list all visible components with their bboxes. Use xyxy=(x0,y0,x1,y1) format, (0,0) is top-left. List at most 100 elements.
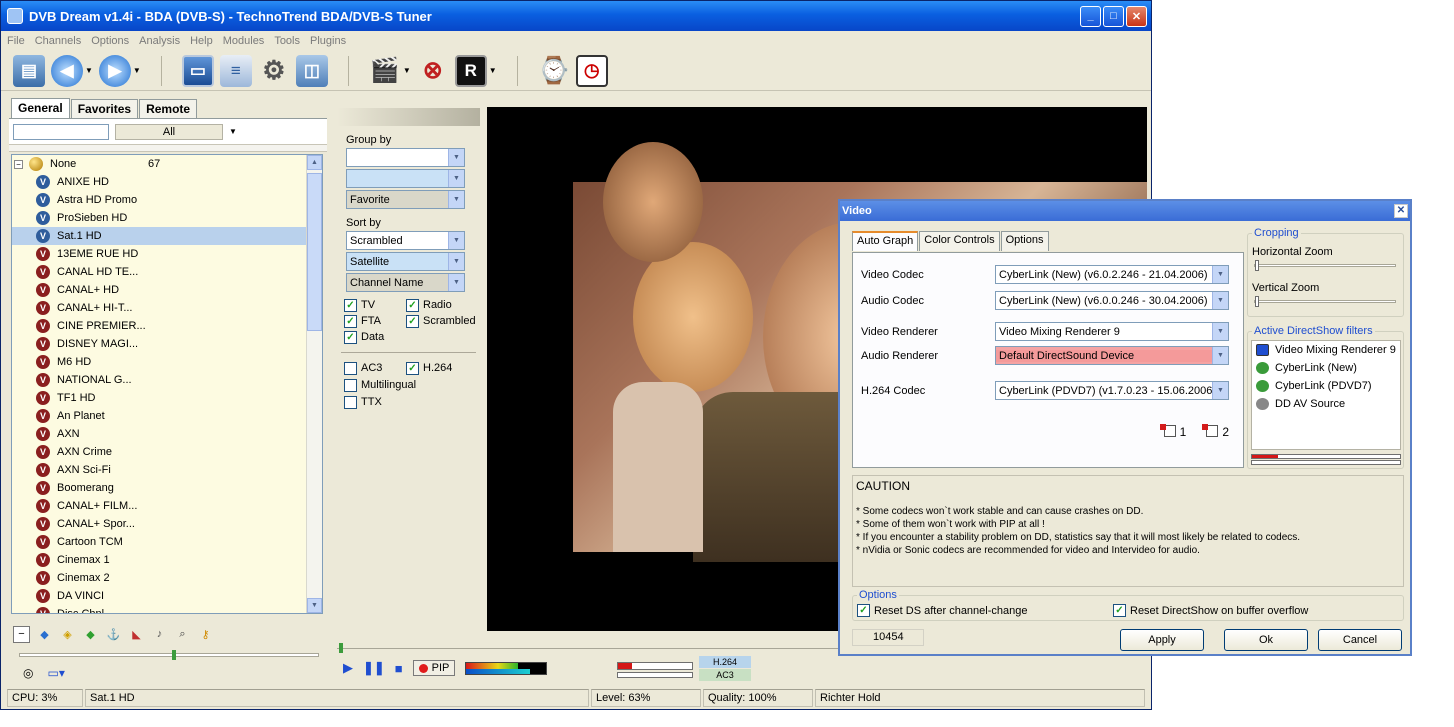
channel-row[interactable]: V CANAL+ Spor... xyxy=(12,515,322,533)
maximize-button[interactable]: □ xyxy=(1103,5,1124,27)
remove-icon[interactable]: − xyxy=(13,625,30,643)
scheduler-icon[interactable]: ◷ xyxy=(575,54,608,87)
satellite-icon[interactable]: ⚓ xyxy=(105,626,122,643)
channel-row[interactable]: V AXN xyxy=(12,425,322,443)
checkbox-data[interactable]: ✓ Data xyxy=(344,330,406,344)
checkbox-h264[interactable]: ✓ H.264 xyxy=(406,361,476,375)
channel-row[interactable]: V TF1 HD xyxy=(12,389,322,407)
tag-icon[interactable]: ◣ xyxy=(128,626,145,643)
channel-list-scrollbar[interactable]: ▲ ▼ xyxy=(306,155,322,613)
play-icon[interactable]: ▶ xyxy=(343,660,353,676)
osd-icon[interactable]: R xyxy=(454,54,487,87)
menu-channels[interactable]: Channels xyxy=(35,35,81,47)
tab-favorites[interactable]: Favorites xyxy=(70,99,139,118)
channel-row[interactable]: V Cinemax 2 xyxy=(12,569,322,587)
channel-row[interactable]: V Disc.Chnl xyxy=(12,605,322,613)
title-bar[interactable]: DVB Dream v1.4i - BDA (DVB-S) - TechnoTr… xyxy=(1,1,1151,31)
channel-row[interactable]: V CANAL+ HI-T... xyxy=(12,299,322,317)
open-folder-icon[interactable]: ▤ xyxy=(13,54,45,87)
recorder-icon[interactable]: 🎬 xyxy=(369,55,401,87)
checkbox-scrambled[interactable]: ✓ Scrambled xyxy=(406,314,476,328)
camera-icon[interactable]: ◎ xyxy=(23,666,33,680)
scroll-down-icon[interactable]: ▼ xyxy=(307,598,322,613)
copy-to-slot-1-button[interactable]: 1 xyxy=(1159,424,1186,439)
key-icon[interactable]: ⚷ xyxy=(197,626,214,643)
channel-filter-select[interactable]: All xyxy=(115,123,223,140)
dialog-title-bar[interactable]: Video ✕ xyxy=(840,201,1410,221)
audio-codec-select[interactable]: CyberLink (New) (v6.0.0.246 - 30.04.2006… xyxy=(995,291,1229,310)
horizontal-zoom-slider[interactable] xyxy=(1254,260,1396,271)
channel-row[interactable]: V CANAL+ FILM... xyxy=(12,497,322,515)
tab-general[interactable]: General xyxy=(11,98,70,118)
collapse-icon[interactable]: − xyxy=(14,159,23,169)
group-by-select-1[interactable]: ▼ xyxy=(346,148,465,167)
search-doc-icon[interactable]: ⌕ xyxy=(174,626,191,643)
h264-codec-select[interactable]: CyberLink (PDVD7) (v1.7.0.23 - 15.06.200… xyxy=(995,381,1229,400)
filter-item[interactable]: DD AV Source xyxy=(1252,395,1400,413)
slider-thumb[interactable] xyxy=(172,650,176,660)
menu-options[interactable]: Options xyxy=(91,35,129,47)
recorder-dropdown-icon[interactable]: ▼ xyxy=(403,66,411,75)
filter-item[interactable]: Video Mixing Renderer 9 xyxy=(1252,341,1400,359)
filter-dropdown-icon[interactable]: ▼ xyxy=(229,127,237,136)
seek-thumb[interactable] xyxy=(339,643,343,653)
diamond-icon[interactable]: ◆ xyxy=(36,626,53,643)
pause-icon[interactable]: ❚❚ xyxy=(363,660,385,676)
forward-dropdown-icon[interactable]: ▼ xyxy=(133,66,141,75)
channel-list[interactable]: − None 67 V ANIXE HD V Astra HD Promo V ProSi… xyxy=(11,154,323,614)
menu-analysis[interactable]: Analysis xyxy=(139,35,180,47)
tab-options[interactable]: Options xyxy=(1000,231,1049,251)
checkbox-ttx[interactable]: TTX xyxy=(344,395,480,409)
group-by-select-3[interactable]: Favorite ▼ xyxy=(346,190,465,209)
timer-icon[interactable]: ⌚ xyxy=(538,55,570,87)
filter-item[interactable]: CyberLink (PDVD7) xyxy=(1252,377,1400,395)
channel-row[interactable]: V Astra HD Promo xyxy=(12,191,322,209)
channel-row[interactable]: V DISNEY MAGI... xyxy=(12,335,322,353)
tab-remote[interactable]: Remote xyxy=(139,99,198,118)
stop-playback-icon[interactable]: ■ xyxy=(395,661,403,676)
menu-help[interactable]: Help xyxy=(190,35,213,47)
scroll-up-icon[interactable]: ▲ xyxy=(307,155,322,170)
minimize-button[interactable]: _ xyxy=(1080,5,1101,27)
audio-renderer-select[interactable]: Default DirectSound Device ▼ xyxy=(995,346,1229,365)
channel-row[interactable]: V ProSieben HD xyxy=(12,209,322,227)
tab-color-controls[interactable]: Color Controls xyxy=(919,231,1000,251)
menu-modules[interactable]: Modules xyxy=(223,35,265,47)
cancel-button[interactable]: Cancel xyxy=(1318,629,1402,651)
channel-row[interactable]: V CANAL HD TE... xyxy=(12,263,322,281)
back-dropdown-icon[interactable]: ▼ xyxy=(85,66,93,75)
channel-row[interactable]: V NATIONAL G... xyxy=(12,371,322,389)
settings-gears-icon[interactable]: ⚙ xyxy=(258,55,290,87)
channel-row[interactable]: V AXN Crime xyxy=(12,443,322,461)
monitor-icon[interactable]: ▭ xyxy=(181,54,214,87)
channel-row[interactable]: V CANAL+ HD xyxy=(12,281,322,299)
left-slider[interactable] xyxy=(19,650,319,660)
slider-thumb[interactable] xyxy=(1255,296,1259,307)
checkbox-ac3[interactable]: AC3 xyxy=(344,361,406,375)
stop-icon[interactable]: ⊗ xyxy=(417,55,449,87)
sort-by-select-1[interactable]: Scrambled ▼ xyxy=(346,231,465,250)
checkbox-fta[interactable]: ✓ FTA xyxy=(344,314,406,328)
apply-button[interactable]: Apply xyxy=(1120,629,1204,651)
group-by-select-2[interactable]: ▼ xyxy=(346,169,465,188)
video-renderer-select[interactable]: Video Mixing Renderer 9 ▼ xyxy=(995,322,1229,341)
checkbox-radio[interactable]: ✓ Radio xyxy=(406,298,476,312)
menu-plugins[interactable]: Plugins xyxy=(310,35,346,47)
copy-to-slot-2-button[interactable]: 2 xyxy=(1202,424,1229,439)
screenshot-icon[interactable]: ◫ xyxy=(295,54,328,87)
osd-dropdown-icon[interactable]: ▼ xyxy=(489,66,497,75)
favorite-icon[interactable]: ◈ xyxy=(59,626,76,643)
sort-by-select-3[interactable]: Channel Name ▼ xyxy=(346,273,465,292)
dialog-close-icon[interactable]: ✕ xyxy=(1394,204,1408,218)
close-button[interactable]: ✕ xyxy=(1126,5,1147,27)
ok-button[interactable]: Ok xyxy=(1224,629,1308,651)
scroll-thumb[interactable] xyxy=(307,173,322,331)
sort-by-select-2[interactable]: Satellite ▼ xyxy=(346,252,465,271)
channel-search-input[interactable] xyxy=(13,123,109,140)
channel-row[interactable]: V Boomerang xyxy=(12,479,322,497)
menu-tools[interactable]: Tools xyxy=(274,35,300,47)
channel-row[interactable]: V CINE PREMIER... xyxy=(12,317,322,335)
aspect-icon[interactable]: ▭▾ xyxy=(47,666,64,680)
channel-row[interactable]: V An Planet xyxy=(12,407,322,425)
channel-row[interactable]: V 13EME RUE HD xyxy=(12,245,322,263)
